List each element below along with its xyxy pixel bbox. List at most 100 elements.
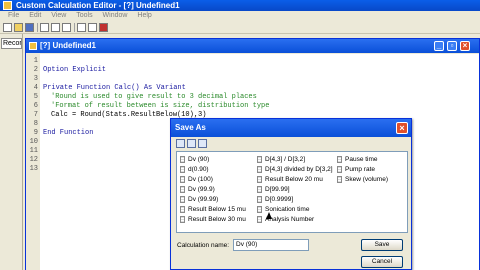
line-number: 13	[29, 165, 38, 173]
list-item-label: Dv (99.99)	[188, 196, 219, 203]
dialog-close-icon[interactable]: ×	[396, 122, 408, 134]
mouse-cursor-icon	[266, 212, 272, 219]
line-number: 4	[33, 84, 38, 92]
line-number-gutter: 1 2 3 4 5 6 7 8 9 10 11 12 13	[26, 54, 40, 270]
save-icon[interactable]	[25, 23, 34, 32]
list-item[interactable]: D[4,3] / D[3,2]	[257, 155, 305, 164]
calc-file-icon	[257, 156, 262, 163]
list-item[interactable]: Result Below 30 mu	[180, 215, 246, 224]
dialog-title: Save As	[175, 123, 206, 132]
list-item[interactable]: Skew (volume)	[337, 175, 388, 184]
menu-view[interactable]: View	[51, 12, 66, 19]
line-number: 9	[33, 129, 38, 137]
close-icon[interactable]: ×	[460, 41, 470, 51]
dialog-title-bar: Save As	[171, 119, 411, 137]
calculation-list[interactable]: Dv (90) d(0.90) Dv (100) Dv (99.9) Dv (9…	[176, 151, 408, 233]
list-item[interactable]: Sonication time	[257, 205, 309, 214]
list-item[interactable]: Dv (99.9)	[180, 185, 215, 194]
cut-icon[interactable]	[40, 23, 49, 32]
list-item[interactable]: Dv (100)	[180, 175, 213, 184]
list-item-label: Result Below 20 mu	[265, 176, 323, 183]
calc-file-icon	[257, 186, 262, 193]
list-item-label: Dv (99.9)	[188, 186, 215, 193]
calc-file-icon	[180, 216, 185, 223]
redo-icon[interactable]	[88, 23, 97, 32]
list-item[interactable]: Pump rate	[337, 165, 375, 174]
minimize-icon[interactable]: _	[434, 41, 444, 51]
calc-file-icon	[180, 156, 185, 163]
line-number: 6	[33, 102, 38, 110]
list-item[interactable]: Dv (99.99)	[180, 195, 218, 204]
new-folder-icon[interactable]	[198, 139, 207, 148]
calc-file-icon	[257, 206, 262, 213]
list-item[interactable]: D[99.99]	[257, 185, 290, 194]
calc-file-icon	[180, 196, 185, 203]
menu-edit[interactable]: Edit	[29, 12, 41, 19]
calc-file-icon	[180, 166, 185, 173]
list-view-icon[interactable]	[176, 139, 185, 148]
list-item[interactable]: Pause time	[337, 155, 378, 164]
menu-tools[interactable]: Tools	[76, 12, 92, 19]
run-icon[interactable]	[99, 23, 108, 32]
line-number: 8	[33, 120, 38, 128]
list-item[interactable]: D[4,3] divided by D[3,2]	[257, 165, 333, 174]
list-item[interactable]: Dv (90)	[180, 155, 209, 164]
code-comment: 'Format of result between is size, distr…	[51, 102, 270, 110]
list-item-label: Skew (volume)	[345, 176, 388, 183]
line-number: 10	[29, 138, 38, 146]
code-comment: 'Round is used to give result to 3 decim…	[51, 93, 257, 101]
calc-file-icon	[257, 176, 262, 183]
line-number: 1	[33, 57, 38, 65]
list-item-label: D[4,3] / D[3,2]	[265, 156, 306, 163]
line-number: 5	[33, 93, 38, 101]
menu-window[interactable]: Window	[103, 12, 128, 19]
menu-help[interactable]: Help	[137, 12, 151, 19]
editor-title-bar: [?] Undefined1 _ ▫ ×	[26, 39, 479, 53]
line-number: 3	[33, 75, 38, 83]
code-line: Option Explicit	[43, 66, 107, 74]
line-number: 11	[29, 147, 38, 155]
menu-file[interactable]: File	[8, 12, 19, 19]
app-title-bar: Custom Calculation Editor - [?] Undefine…	[0, 0, 480, 11]
app-title: Custom Calculation Editor - [?] Undefine…	[16, 1, 180, 10]
open-icon[interactable]	[14, 23, 23, 32]
list-item-label: Pump rate	[345, 166, 375, 173]
details-view-icon[interactable]	[187, 139, 196, 148]
toolbar	[0, 21, 480, 34]
line-number: 7	[33, 111, 38, 119]
code-line: End Function	[43, 129, 94, 137]
calculation-name-input[interactable]: Dv (90)	[233, 239, 309, 251]
calc-file-icon	[257, 196, 262, 203]
list-item[interactable]: Result Below 20 mu	[257, 175, 323, 184]
list-item[interactable]: Result Below 15 mu	[180, 205, 246, 214]
menu-bar: File Edit View Tools Window Help	[0, 11, 480, 21]
maximize-icon[interactable]: ▫	[447, 41, 457, 51]
list-item-label: Pause time	[345, 156, 378, 163]
list-item-label: Dv (90)	[188, 156, 210, 163]
editor-title: [?] Undefined1	[40, 41, 96, 50]
new-icon[interactable]	[3, 23, 12, 32]
list-item-label: Result Below 15 mu	[188, 206, 246, 213]
editor-icon	[29, 42, 37, 50]
paste-icon[interactable]	[62, 23, 71, 32]
save-button[interactable]: Save	[361, 239, 403, 251]
calc-file-icon	[337, 166, 342, 173]
list-item[interactable]: d(0.90)	[180, 165, 209, 174]
toolbar-separator	[74, 23, 75, 32]
calc-file-icon	[180, 186, 185, 193]
copy-icon[interactable]	[51, 23, 60, 32]
cancel-button[interactable]: Cancel	[361, 256, 403, 268]
left-panel	[0, 34, 23, 270]
calc-file-icon	[257, 216, 262, 223]
app-window: Custom Calculation Editor - [?] Undefine…	[0, 0, 480, 270]
list-item-label: D[99.99]	[265, 186, 290, 193]
app-icon	[3, 1, 12, 10]
calculation-name-label: Calculation name:	[177, 242, 230, 249]
left-tab[interactable]: Recor	[1, 38, 22, 49]
code-line: Private Function Calc() As Variant	[43, 84, 186, 92]
calc-file-icon	[337, 156, 342, 163]
undo-icon[interactable]	[77, 23, 86, 32]
list-item[interactable]: D[0.9999]	[257, 195, 293, 204]
list-item-label: Dv (100)	[188, 176, 213, 183]
list-item-label: D[4,3] divided by D[3,2]	[265, 166, 333, 173]
